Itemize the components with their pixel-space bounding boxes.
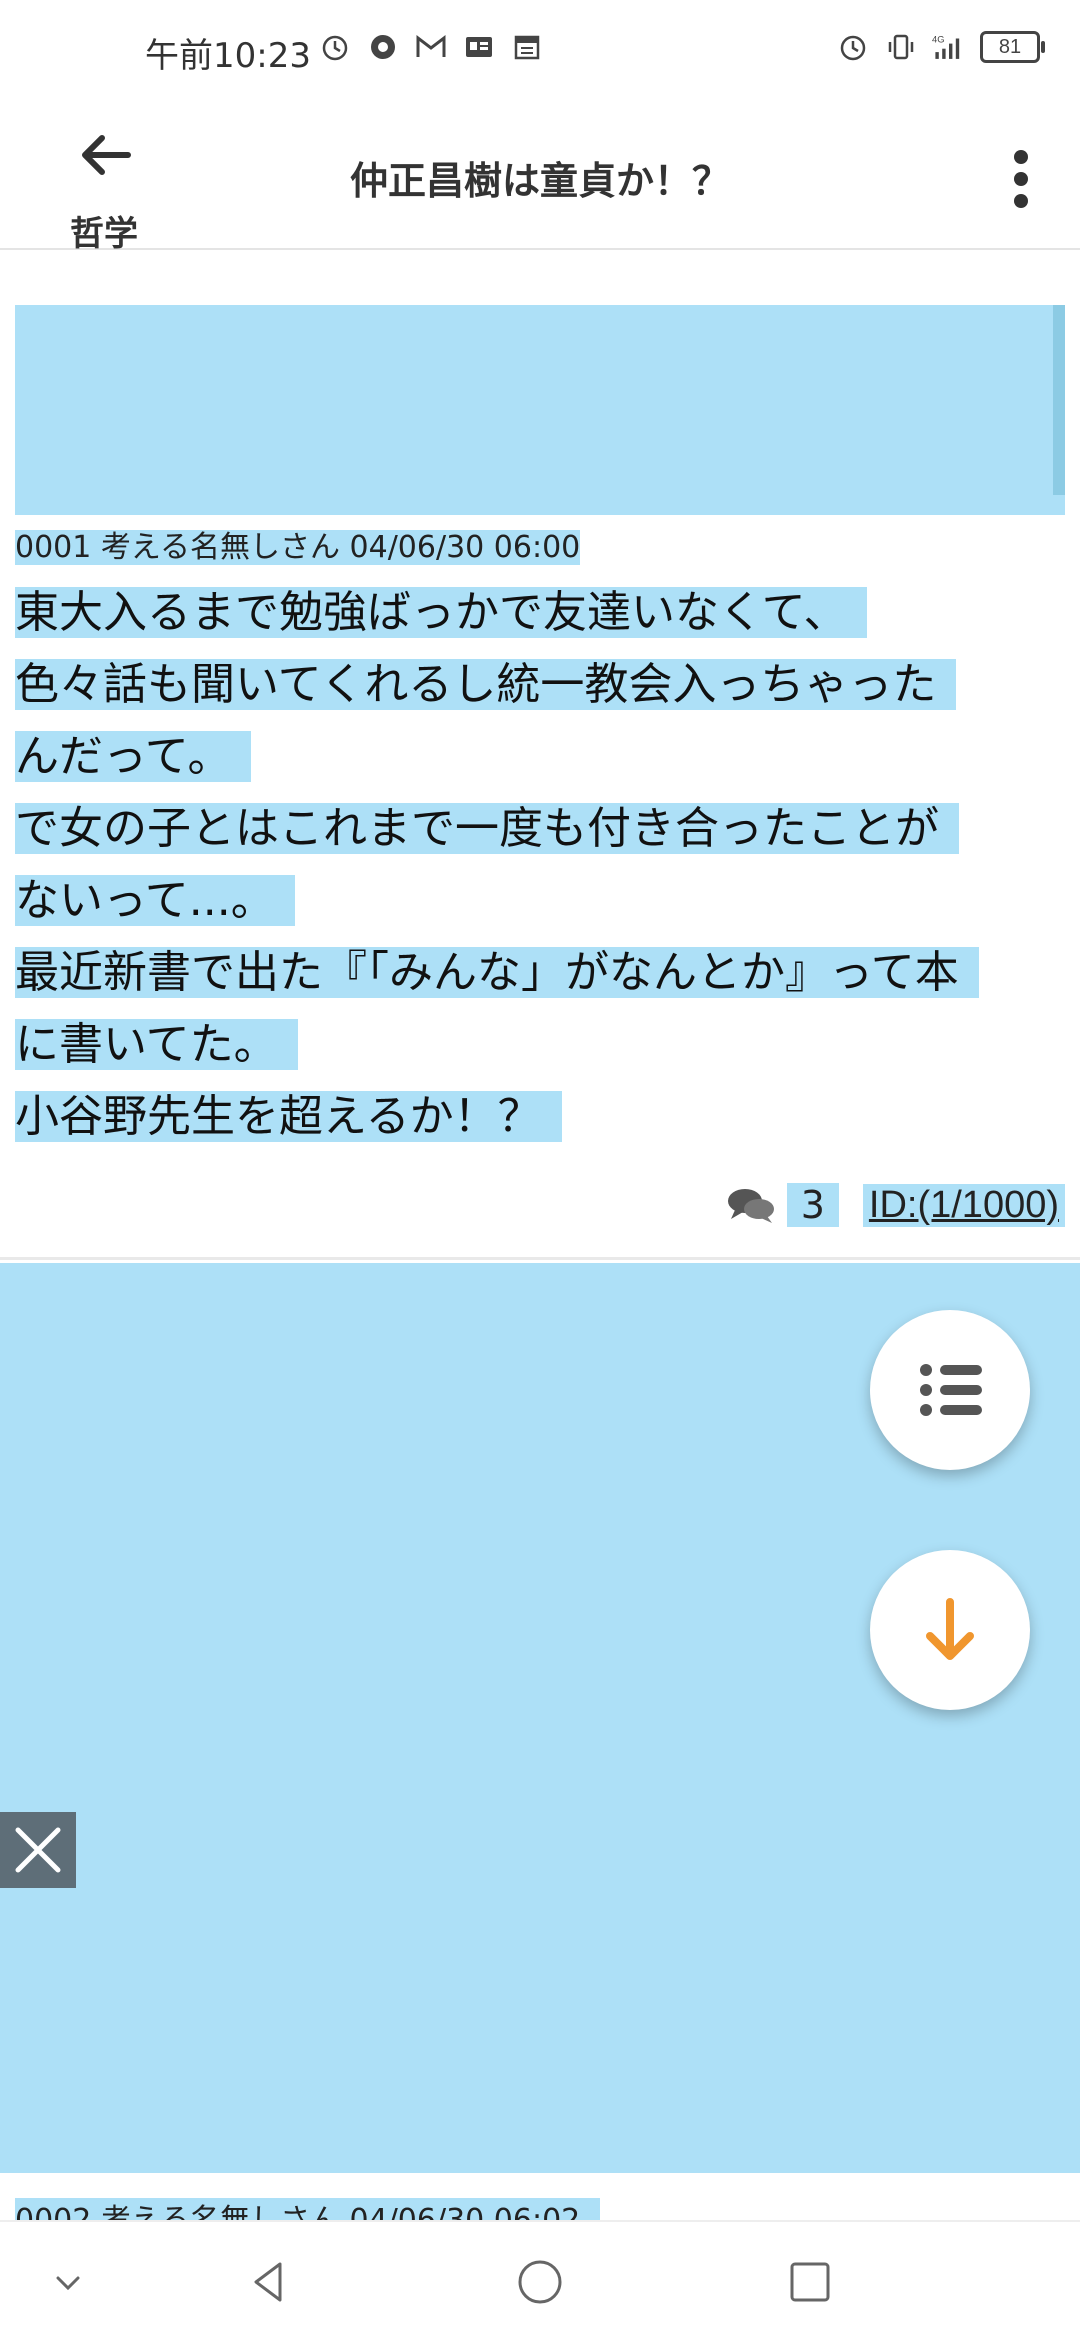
vibrate-icon	[884, 30, 918, 64]
nav-home-icon[interactable]	[510, 2252, 570, 2312]
ad-scrollbar	[1053, 305, 1065, 495]
battery-icon: 81	[980, 31, 1045, 63]
status-left-icons	[318, 30, 544, 64]
nav-recents-icon[interactable]	[780, 2252, 840, 2312]
close-ad-button[interactable]	[0, 1812, 76, 1888]
id-link[interactable]: ID:(1/1000)	[862, 1183, 1065, 1227]
reply-count: 3	[786, 1183, 839, 1227]
status-time: 午前10:23	[145, 36, 311, 76]
alarm-icon	[318, 30, 352, 64]
post-meta-text: 0001 考える名無しさん 04/06/30 06:00	[15, 530, 581, 565]
reply-count-button[interactable]: 3	[725, 1183, 839, 1227]
post-line: ないって...。	[15, 865, 1065, 937]
post-line: に書いてた。	[15, 1009, 1065, 1081]
close-icon	[15, 1827, 61, 1873]
post-line: 最近新書で出た『「みんな」がなんとか』って本	[15, 937, 1065, 1009]
chrome-icon	[366, 30, 400, 64]
post-item: 0001 考える名無しさん 04/06/30 06:00 東大入るまで勉強ばっか…	[15, 525, 1065, 1153]
chevron-down-icon[interactable]	[38, 2252, 98, 2312]
back-label: 哲学	[70, 214, 138, 254]
thread-list-button[interactable]	[870, 1310, 1030, 1470]
svg-text:4G: 4G	[932, 35, 944, 45]
gmail-icon	[414, 30, 448, 64]
nav-back-icon[interactable]	[240, 2252, 300, 2312]
list-icon	[920, 1364, 982, 1416]
signal-icon: 4G	[932, 30, 966, 64]
post-divider	[0, 1257, 1080, 1260]
scroll-down-button[interactable]	[870, 1550, 1030, 1710]
news-icon	[462, 30, 496, 64]
post-line: 色々話も聞いてくれるし統一教会入っちゃった	[15, 649, 1065, 721]
calendar-icon	[510, 30, 544, 64]
status-right-icons: 4G 81	[836, 30, 1045, 64]
alarm-icon	[836, 30, 870, 64]
app-bar: 哲学 仲正昌樹は童貞か！？	[0, 100, 1080, 254]
post-line: 東大入るまで勉強ばっかで友達いなくて、	[15, 577, 1065, 649]
post-line: 小谷野先生を超えるか！？	[15, 1081, 1065, 1153]
post-line: で女の子とはこれまで一度も付き合ったことが	[15, 793, 1065, 865]
system-nav-bar	[0, 2220, 1080, 2342]
post-meta: 0001 考える名無しさん 04/06/30 06:00	[15, 525, 1065, 571]
status-bar: 午前10:23 4G 81	[0, 0, 1080, 100]
arrow-down-icon	[926, 1598, 974, 1660]
post-footer: 3 ID:(1/1000)	[725, 1175, 1065, 1235]
more-menu-button[interactable]	[990, 140, 1050, 230]
page-title: 仲正昌樹は童貞か！？	[349, 159, 730, 203]
post-body: 東大入るまで勉強ばっかで友達いなくて、 色々話も聞いてくれるし統一教会入っちゃっ…	[15, 577, 1065, 1153]
ad-banner-top[interactable]	[15, 305, 1065, 515]
comments-icon	[727, 1189, 774, 1223]
post-line: んだって。	[15, 721, 1065, 793]
